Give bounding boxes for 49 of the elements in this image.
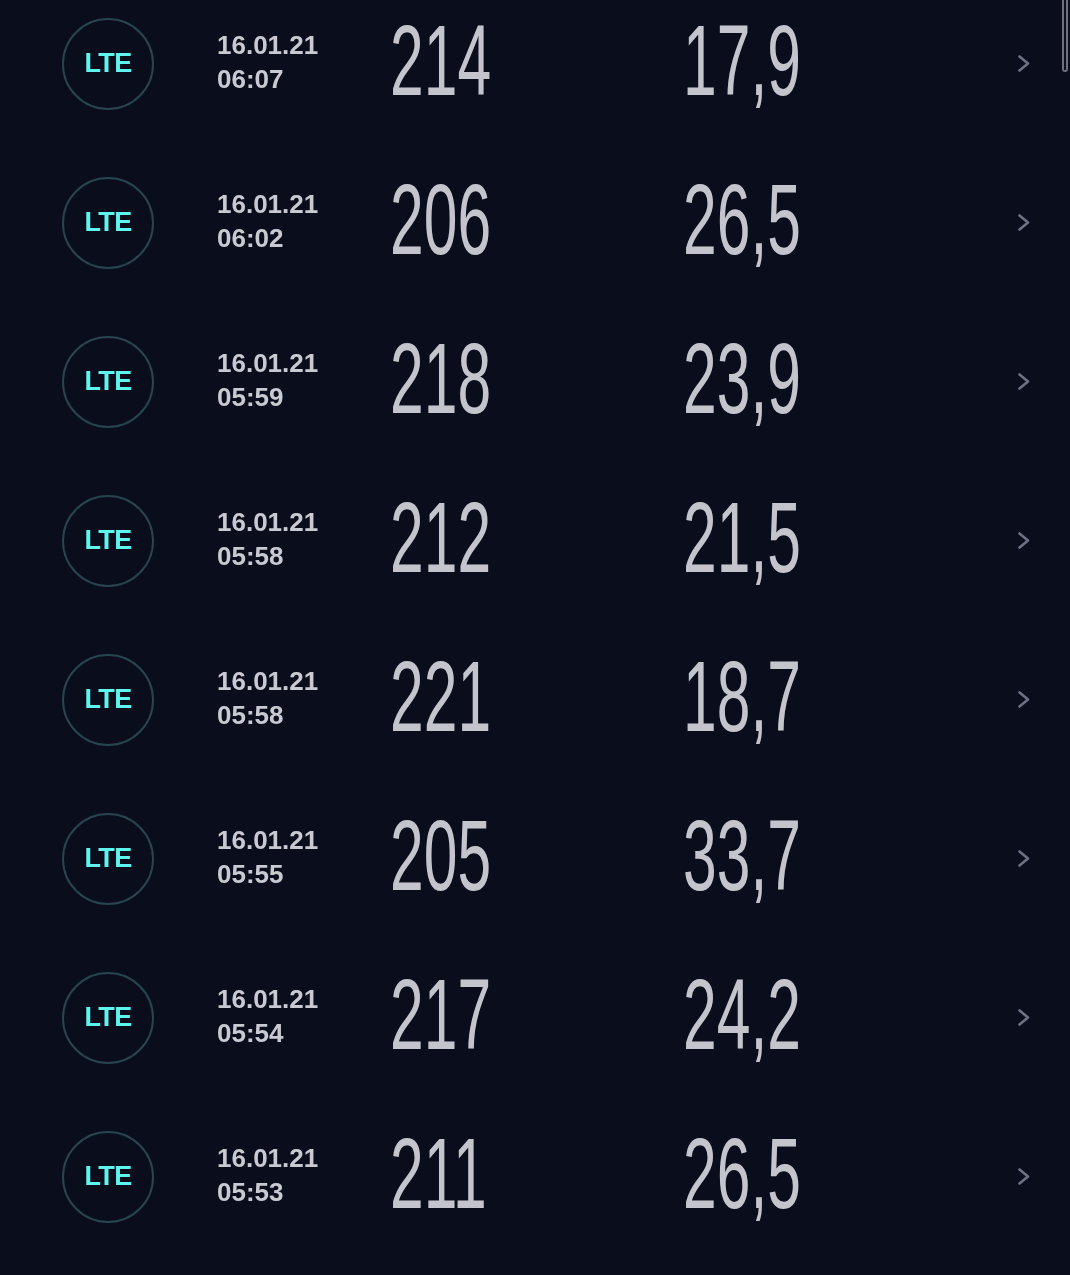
large-number: 33,7 — [683, 805, 801, 906]
date-text: 16.01.21 — [217, 664, 319, 698]
large-number: 18,7 — [683, 646, 801, 747]
large-number: 23,9 — [683, 328, 801, 429]
large-number: 212 — [390, 487, 492, 588]
chevron-right-icon[interactable] — [1018, 214, 1030, 231]
time-text: 05:54 — [217, 1016, 284, 1050]
date-text: 16.01.21 — [217, 505, 319, 539]
chevron-right-icon[interactable] — [1018, 691, 1030, 708]
large-number: 214 — [390, 10, 492, 111]
chevron-right-icon[interactable] — [1018, 373, 1030, 390]
time-text: 06:02 — [217, 221, 284, 255]
large-number: 26,5 — [683, 169, 801, 270]
time-text: 06:07 — [217, 62, 284, 96]
large-number: 205 — [390, 805, 492, 906]
chevron-right-icon[interactable] — [1018, 532, 1030, 549]
network-badge: LTE — [62, 17, 154, 110]
chevron-right-icon[interactable] — [1018, 55, 1030, 72]
date-text: 16.01.21 — [217, 187, 319, 221]
network-badge: LTE — [62, 335, 154, 428]
large-number: 24,2 — [683, 964, 801, 1065]
network-badge: LTE — [62, 494, 154, 587]
time-text: 05:58 — [217, 539, 284, 573]
time-text: 05:53 — [217, 1175, 284, 1209]
date-text: 16.01.21 — [217, 28, 319, 62]
large-number: 218 — [390, 328, 492, 429]
network-badge: LTE — [62, 971, 154, 1064]
large-number: 26,5 — [683, 1123, 801, 1224]
large-number: 206 — [390, 169, 492, 270]
network-badge: LTE — [62, 1130, 154, 1223]
chevron-right-icon[interactable] — [1018, 850, 1030, 867]
chevron-right-icon[interactable] — [1018, 1168, 1030, 1185]
date-text: 16.01.21 — [217, 982, 319, 1016]
network-badge: LTE — [62, 176, 154, 269]
date-text: 16.01.21 — [217, 346, 319, 380]
date-text: 16.01.21 — [217, 1141, 319, 1175]
time-text: 05:59 — [217, 380, 284, 414]
time-text: 05:58 — [217, 698, 284, 732]
large-number: 21,5 — [683, 487, 801, 588]
large-number: 217 — [390, 964, 492, 1065]
date-text: 16.01.21 — [217, 823, 319, 857]
large-number: 17,9 — [683, 10, 801, 111]
large-number: 211 — [390, 1123, 487, 1224]
scrollbar-thumb[interactable] — [1062, 0, 1068, 72]
chevron-right-icon[interactable] — [1018, 1009, 1030, 1026]
network-badge: LTE — [62, 812, 154, 905]
network-badge: LTE — [62, 653, 154, 746]
time-text: 05:55 — [217, 857, 284, 891]
large-number: 221 — [390, 646, 492, 747]
